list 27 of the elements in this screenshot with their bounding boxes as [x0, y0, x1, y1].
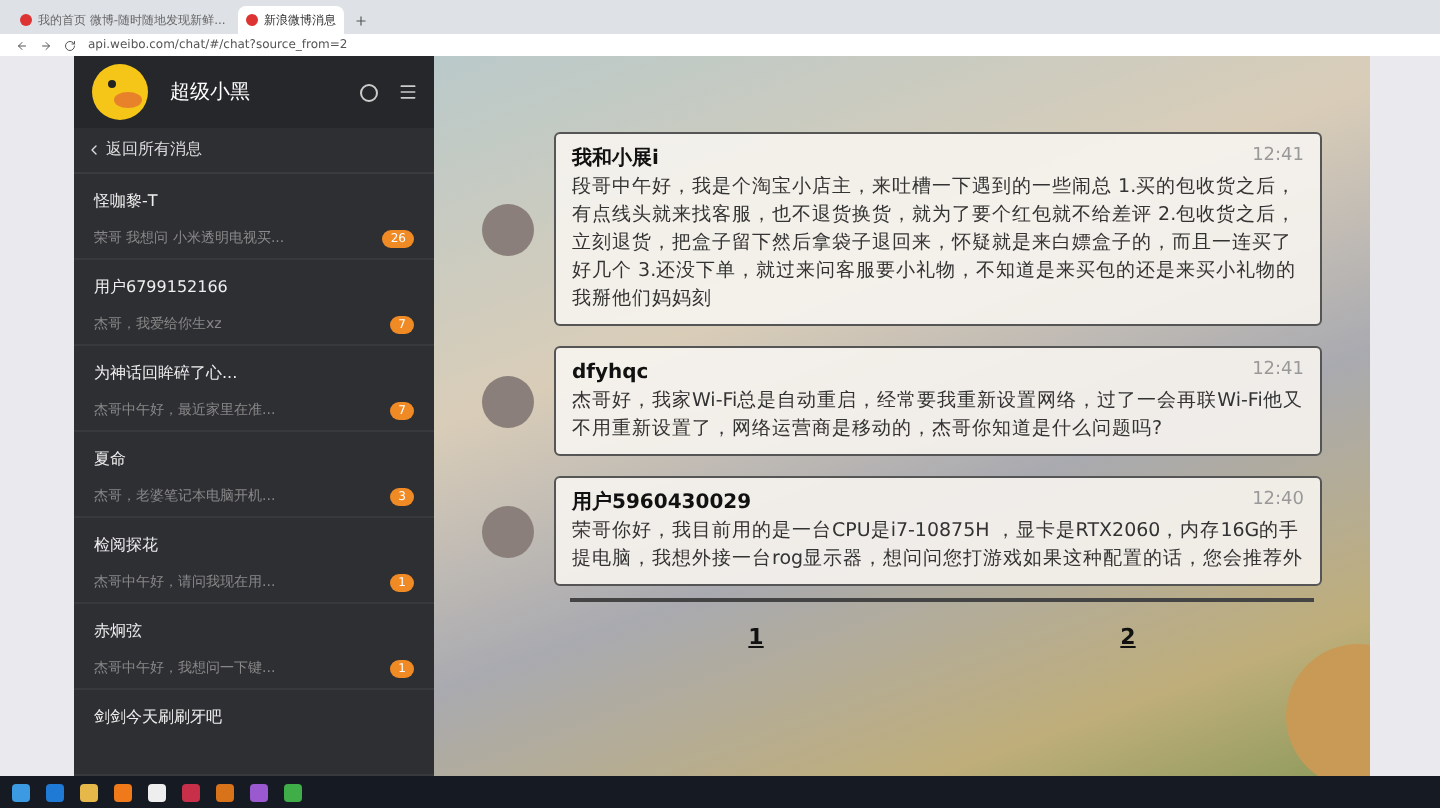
chat-bubble-icon[interactable]	[360, 83, 378, 102]
message-time: 12:40	[1252, 488, 1304, 514]
menu-icon[interactable]	[398, 82, 418, 103]
reload-icon[interactable]	[64, 39, 76, 51]
contact-name: 检阅探花	[94, 534, 160, 558]
contact-name: 怪咖黎-T	[94, 190, 160, 214]
contact-name: 赤炯弦	[94, 620, 144, 644]
message-text: 荣哥你好，我目前用的是一台CPU是i7-10875H ，显卡是RTX2060，内存16G的手提电脑，我想外接一台rog显示器，想问问您打游戏如果这种配置的话，您会推荐外	[572, 518, 1304, 574]
message-time: 12:41	[1252, 358, 1304, 384]
message-text: 段哥中午好，我是个淘宝小店主，来吐槽一下遇到的一些闹总 1.买的包收货之后，有点线头就来找客服，也不退货换货，就为了要个红包就不给差评 2.包收货之后，立刻退货，把盒子留下然后拿袋子退回来，怀疑就是来白嫖盒子的，而且一连买了好几个 3.还没下单，就过来问客服要小礼物，不知道是来买包的还是来买小礼物的我掰他们妈妈刻	[572, 174, 1299, 314]
back-chevron-icon[interactable]	[86, 142, 102, 159]
contact-name: 为神话回眸碎了心...	[94, 362, 240, 386]
message-text: 杰哥好，我家Wi-Fi总是自动重启，经常要我重新设置网络，过了一会再联Wi-Fi他又不用重新设置了，网络运营商是移动的，杰哥你知道是什么问题吗?	[572, 388, 1304, 444]
page-link[interactable]: 1	[748, 622, 764, 655]
message-time: 12:41	[1252, 144, 1304, 170]
sender-name: dfyhqc	[572, 360, 649, 388]
page-link[interactable]: 2	[1120, 622, 1136, 655]
sender-name: 我和小展i	[572, 145, 659, 174]
forward-icon[interactable]	[40, 39, 52, 51]
contact-name: 用户6799152166	[94, 276, 230, 300]
user-name: 超级小黑	[170, 79, 252, 108]
duck-avatar-icon	[90, 62, 150, 123]
contact-name: 剑剑今天刷刷牙吧	[94, 706, 224, 730]
contact-name: 夏命	[94, 448, 128, 472]
back-link[interactable]: 返回所有消息	[106, 138, 202, 163]
back-icon[interactable]	[16, 39, 28, 51]
sender-name: 用户5960430029	[572, 488, 752, 518]
